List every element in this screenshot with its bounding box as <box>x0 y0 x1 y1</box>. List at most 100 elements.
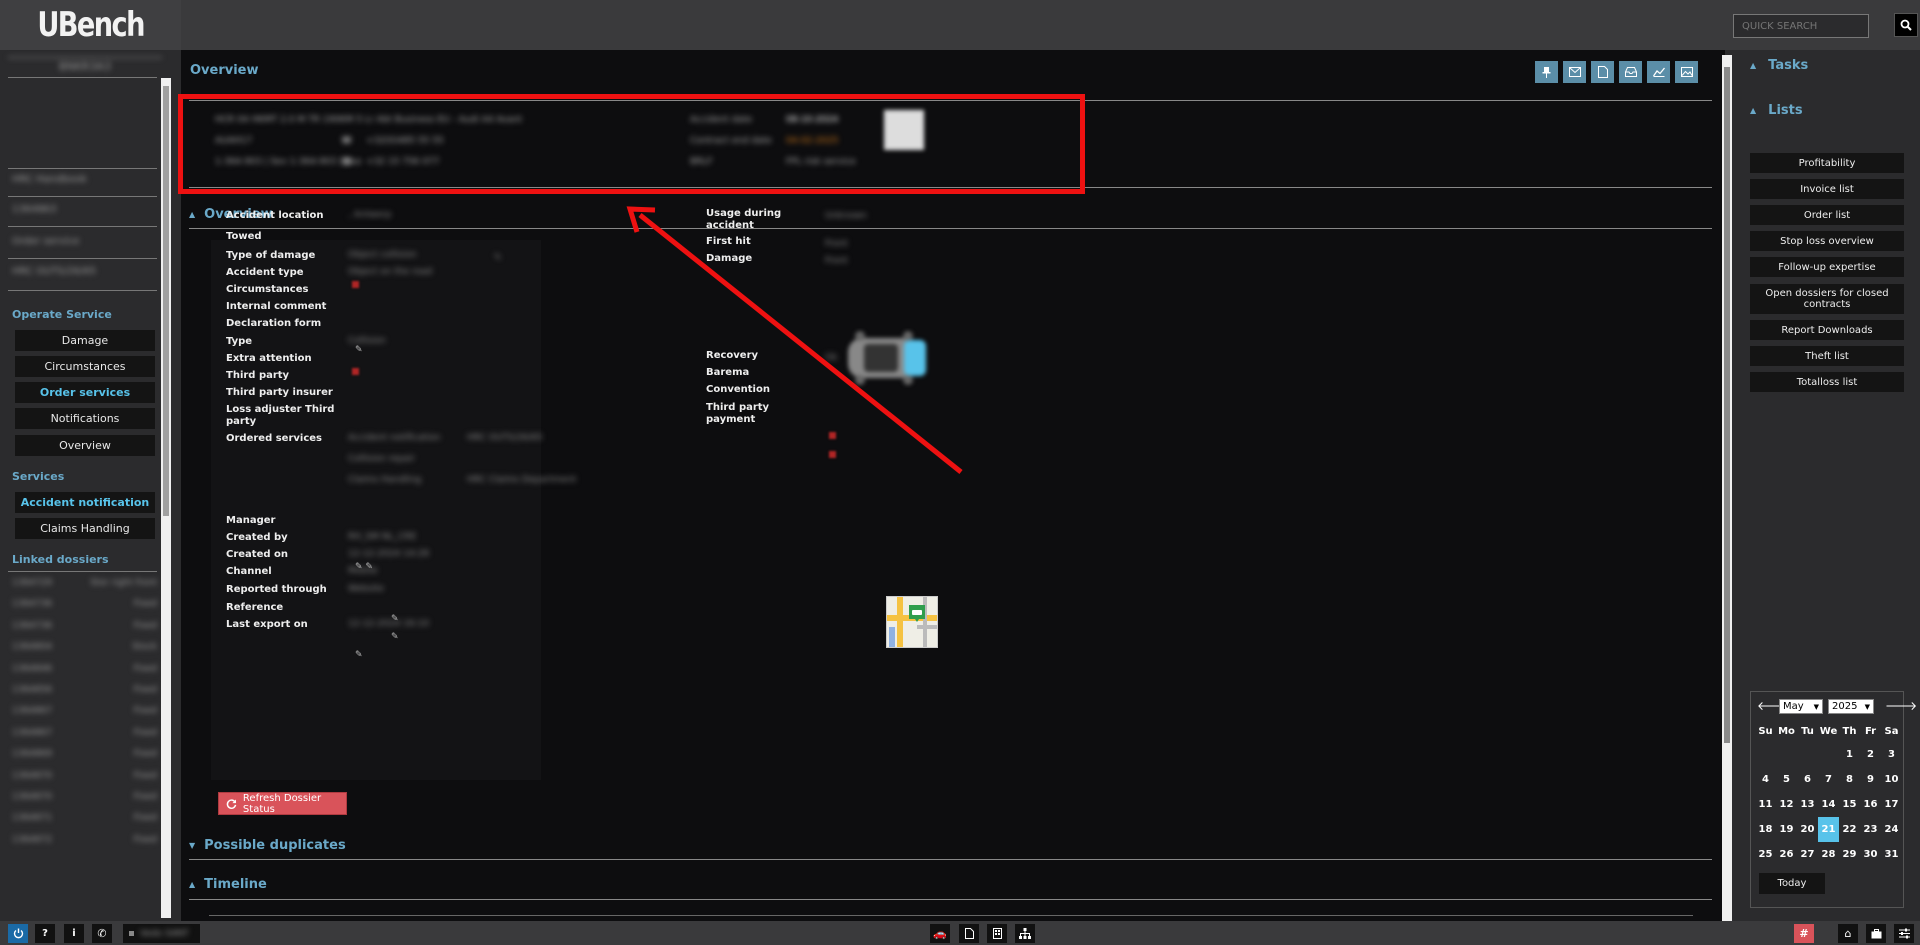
calendar-day[interactable]: 1 <box>1839 742 1860 767</box>
scrollbar-thumb[interactable] <box>1724 67 1730 743</box>
calendar-day[interactable]: 10 <box>1881 767 1902 792</box>
list-item-order-list[interactable]: Order list <box>1750 205 1904 225</box>
calendar-day[interactable]: 23 <box>1860 817 1881 842</box>
calendar-day[interactable]: 12 <box>1776 792 1797 817</box>
help-button[interactable]: ? <box>35 924 55 943</box>
month-select[interactable]: May ▼ <box>1779 699 1823 714</box>
linked-dossier-row[interactable]: 1364869 Fixed <box>12 749 157 769</box>
linked-dossier-row[interactable]: 1364729 Stor right front <box>12 578 157 598</box>
linked-dossier-row[interactable]: 1364867 Fixed <box>12 706 157 726</box>
briefcase-button[interactable] <box>1866 924 1886 943</box>
calendar-day[interactable]: 26 <box>1776 842 1797 867</box>
linked-dossier-row[interactable]: 1364871 Fixed <box>12 813 157 833</box>
linked-dossier-row[interactable]: 1364870 Fixed <box>12 792 157 812</box>
mail-button[interactable] <box>1563 61 1586 83</box>
calendar-day[interactable]: 6 <box>1797 767 1818 792</box>
calendar-day[interactable]: 18 <box>1755 817 1776 842</box>
inbox-button[interactable] <box>1619 61 1642 83</box>
calendar-day[interactable]: 3 <box>1881 742 1902 767</box>
calendar-day[interactable]: 11 <box>1755 792 1776 817</box>
calendar-day[interactable]: 28 <box>1818 842 1839 867</box>
image-button[interactable] <box>1675 61 1698 83</box>
settings-sliders-button[interactable] <box>1894 924 1914 943</box>
sitemap-button[interactable] <box>1015 924 1035 943</box>
list-item-stop-loss-overview[interactable]: Stop loss overview <box>1750 231 1904 251</box>
today-button[interactable]: Today <box>1759 873 1825 894</box>
document-button[interactable] <box>1591 61 1614 83</box>
list-item-profitability[interactable]: Profitability <box>1750 153 1904 173</box>
list-item-follow-up-expertise[interactable]: Follow-up expertise <box>1750 257 1904 277</box>
linked-dossier-row[interactable]: 1364846 Fixed <box>12 664 157 684</box>
calendar-day[interactable]: 29 <box>1839 842 1860 867</box>
possible-duplicates-section-header[interactable]: ▼ Possible duplicates <box>189 838 346 853</box>
hashtag-button[interactable]: # <box>1794 924 1814 943</box>
calendar-day[interactable]: 30 <box>1860 842 1881 867</box>
list-item-invoice-list[interactable]: Invoice list <box>1750 179 1904 199</box>
calendar-day[interactable]: 22 <box>1839 817 1860 842</box>
linked-dossier-row[interactable]: 1364804 Stock <box>12 642 157 662</box>
linked-dossier-row[interactable]: 1364736 Fixed <box>12 621 157 641</box>
calendar-day[interactable]: 14 <box>1818 792 1839 817</box>
quick-search-input[interactable] <box>1733 14 1869 38</box>
calendar-day[interactable]: 24 <box>1881 817 1902 842</box>
edit-pencil-icon[interactable]: ✎ <box>494 253 502 263</box>
refresh-dossier-status-button[interactable]: Refresh Dossier Status <box>218 792 347 815</box>
list-item-open-dossiers-for-closed-contracts[interactable]: Open dossiers for closed contracts <box>1750 284 1904 314</box>
calendar-day[interactable]: 25 <box>1755 842 1776 867</box>
sidebar-item-damage[interactable]: Damage <box>15 330 155 351</box>
car-button[interactable]: 🚗 <box>930 924 950 943</box>
scrollbar-thumb[interactable] <box>163 86 169 516</box>
calendar-day[interactable]: 27 <box>1797 842 1818 867</box>
search-button[interactable] <box>1894 13 1918 37</box>
edit-pencil-icon[interactable]: ✎ <box>391 632 399 642</box>
calendar-day[interactable]: 17 <box>1881 792 1902 817</box>
calendar-day[interactable]: 16 <box>1860 792 1881 817</box>
sidebar-item-circumstances[interactable]: Circumstances <box>15 356 155 377</box>
info-button[interactable]: i <box>64 924 84 943</box>
location-map-thumbnail[interactable] <box>886 596 938 648</box>
calendar-day[interactable]: 20 <box>1797 817 1818 842</box>
building-button[interactable] <box>987 924 1007 943</box>
calendar-day[interactable]: 2 <box>1860 742 1881 767</box>
linked-dossier-row[interactable]: 1364856 Fixed <box>12 685 157 705</box>
document-button[interactable] <box>959 924 979 943</box>
tasks-header[interactable]: ▲ Tasks <box>1750 58 1808 73</box>
linked-dossier-row[interactable]: 1364867 Fixed <box>12 728 157 748</box>
edit-pencil-icon[interactable]: ✎ <box>355 650 363 660</box>
list-item-totalloss-list[interactable]: Totalloss list <box>1750 372 1904 392</box>
chart-button[interactable] <box>1647 61 1670 83</box>
linked-dossier-row[interactable]: 1364736 Fixed <box>12 599 157 619</box>
sidebar-item-overview[interactable]: Overview <box>15 435 155 456</box>
lists-header[interactable]: ▲ Lists <box>1750 103 1803 118</box>
calendar-day[interactable]: 5 <box>1776 767 1797 792</box>
sidebar-blurred-item[interactable]: HRC OUTS/26/65 <box>12 266 96 277</box>
calendar-day-selected[interactable]: 21 <box>1818 817 1839 842</box>
calendar-day[interactable]: 13 <box>1797 792 1818 817</box>
sidebar-blurred-item[interactable]: 1364863 <box>12 204 57 215</box>
sidebar-item-accident-notification[interactable]: Accident notification <box>15 492 155 513</box>
calendar-day[interactable]: 19 <box>1776 817 1797 842</box>
sidebar-blurred-item[interactable]: Order service <box>12 236 79 247</box>
sidebar-scrollbar[interactable] <box>161 78 171 918</box>
logo-container[interactable]: UBench <box>0 0 181 50</box>
sidebar-item-order-services[interactable]: Order services <box>15 382 155 403</box>
sidebar-item-notifications[interactable]: Notifications <box>15 408 155 429</box>
user-status[interactable]: Vedo S4NT <box>123 924 200 943</box>
calendar-day[interactable]: 8 <box>1839 767 1860 792</box>
power-button[interactable] <box>8 924 28 943</box>
edit-pencil-icon[interactable]: ✎ <box>355 345 363 355</box>
calendar-day[interactable]: 31 <box>1881 842 1902 867</box>
calendar-day[interactable]: 4 <box>1755 767 1776 792</box>
edit-pencil-icon[interactable]: ✎ ✎ <box>355 562 373 572</box>
phone-button[interactable]: ✆ <box>92 924 112 943</box>
list-item-theft-list[interactable]: Theft list <box>1750 346 1904 366</box>
sidebar-item-claims-handling[interactable]: Claims Handling <box>15 518 155 539</box>
year-select[interactable]: 2025 ▼ <box>1828 699 1874 714</box>
calendar-day[interactable]: 9 <box>1860 767 1881 792</box>
next-month-arrow-icon[interactable]: 🡒 <box>1885 698 1917 713</box>
list-item-report-downloads[interactable]: Report Downloads <box>1750 320 1904 340</box>
edit-pencil-icon[interactable]: ✎ <box>391 614 399 624</box>
linked-dossier-row[interactable]: 1364870 Fixed <box>12 771 157 791</box>
calendar-day[interactable]: 15 <box>1839 792 1860 817</box>
main-scrollbar[interactable] <box>1722 55 1732 921</box>
